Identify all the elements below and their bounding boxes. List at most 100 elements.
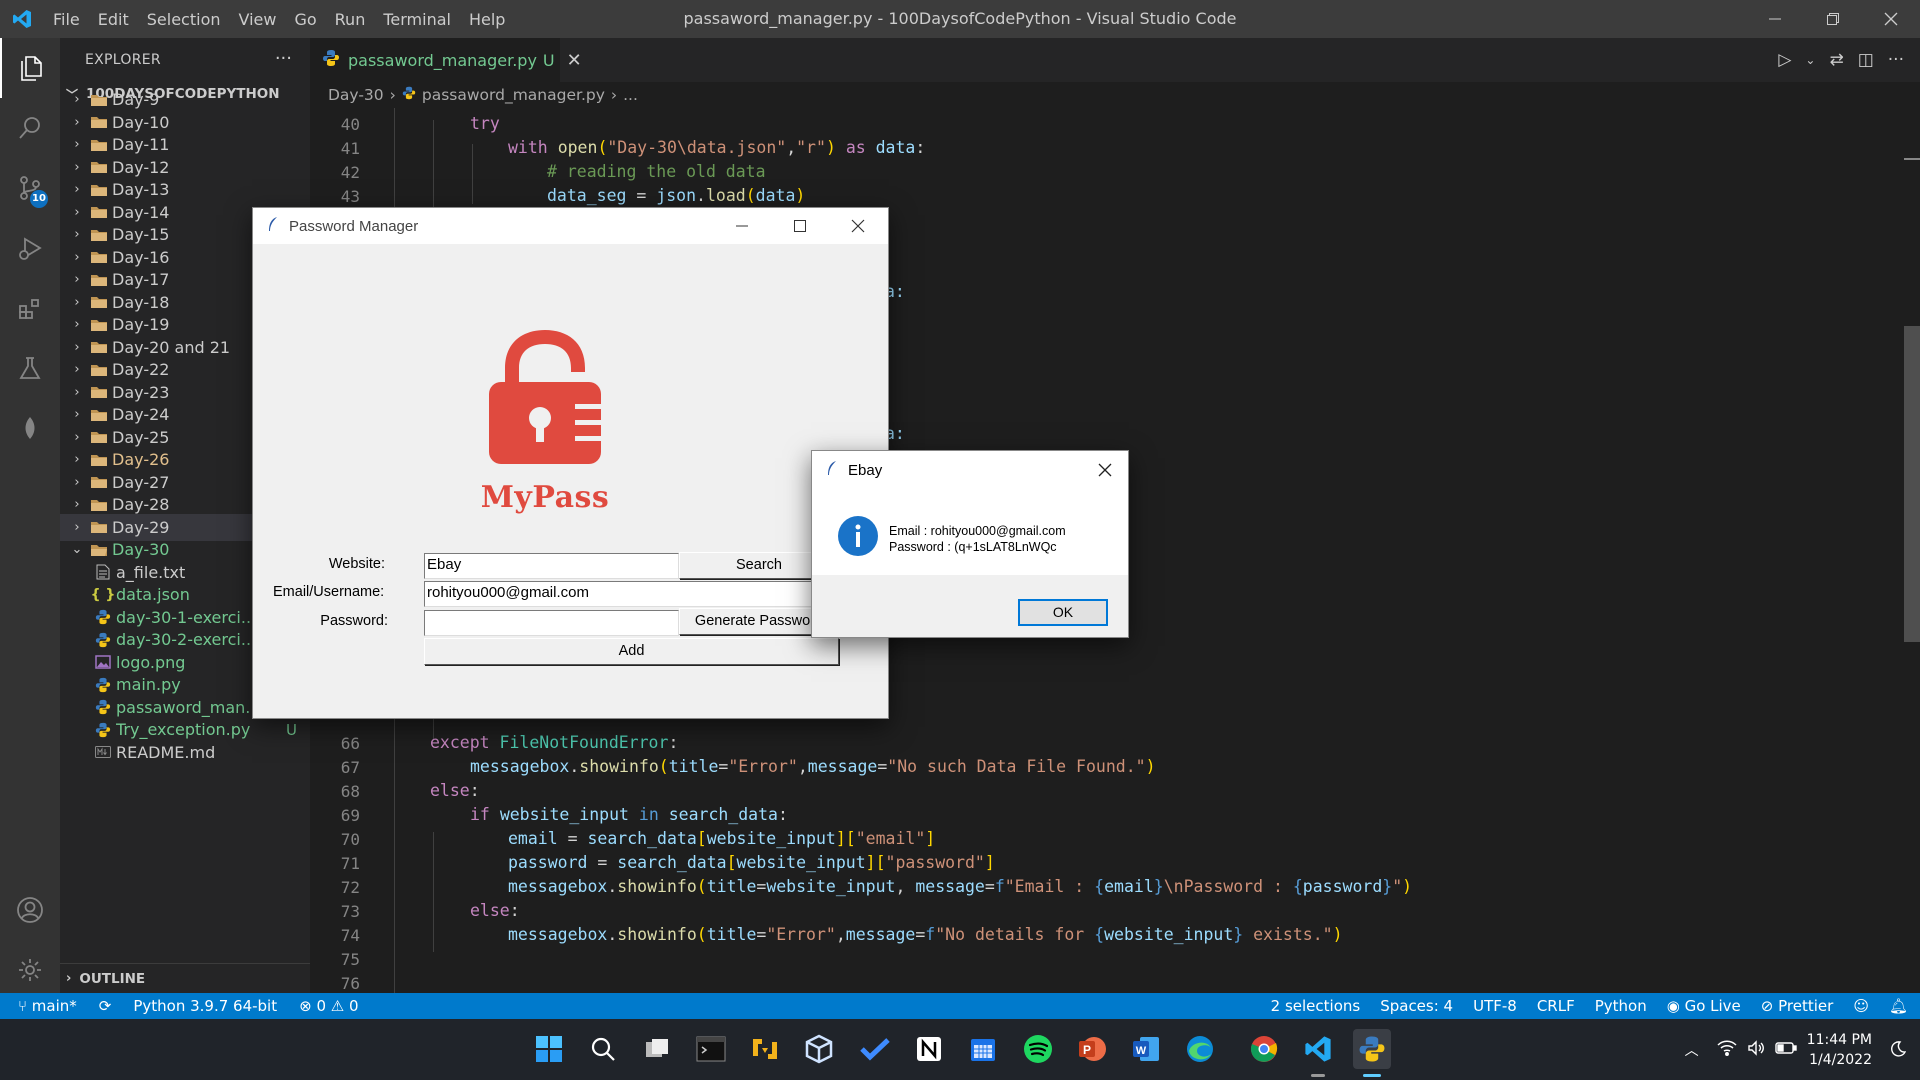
- wifi-icon[interactable]: [1717, 1040, 1737, 1060]
- notifications-bell-icon[interactable]: 🔔︎: [1889, 997, 1908, 1015]
- dialog-title-bar: Ebay: [812, 451, 1128, 489]
- extensions-activity-icon[interactable]: [0, 278, 60, 338]
- chevron-down-icon[interactable]: ⌄: [1805, 53, 1815, 67]
- virtualbox-app-icon[interactable]: [800, 1029, 838, 1069]
- dialog-close-button[interactable]: [1082, 451, 1128, 489]
- menu-go[interactable]: Go: [285, 10, 325, 29]
- vscode-taskbar-icon[interactable]: [1299, 1029, 1337, 1069]
- language-mode[interactable]: Python: [1595, 997, 1647, 1015]
- password-input[interactable]: [424, 610, 679, 636]
- word-app-icon[interactable]: W: [1127, 1029, 1165, 1069]
- folder-icon: [86, 498, 112, 512]
- code-token: try: [470, 114, 500, 133]
- windows-start-icon[interactable]: [530, 1029, 568, 1069]
- settings-gear-icon[interactable]: [0, 940, 60, 1000]
- more-actions-icon[interactable]: ···: [1888, 50, 1904, 70]
- bandicam-app-icon[interactable]: [746, 1029, 784, 1069]
- code-line-70: email = search_data[website_input]["emai…: [508, 829, 936, 848]
- todo-app-icon[interactable]: [856, 1029, 894, 1069]
- sync-icon[interactable]: ⟳: [99, 997, 112, 1015]
- website-input[interactable]: Ebay: [424, 553, 679, 579]
- minimize-button[interactable]: [1746, 0, 1804, 38]
- menu-run[interactable]: Run: [326, 10, 375, 29]
- menu-bar: File Edit Selection View Go Run Terminal…: [44, 0, 514, 38]
- close-tab-icon[interactable]: ✕: [567, 50, 582, 71]
- git-branch[interactable]: ⑂ main*: [18, 997, 77, 1015]
- chevron-right-icon: ›: [74, 249, 80, 265]
- python-file-icon: [90, 699, 116, 715]
- vertical-scrollbar[interactable]: [1904, 326, 1920, 642]
- chrome-browser-icon[interactable]: [1245, 1029, 1283, 1069]
- ok-button[interactable]: OK: [1018, 599, 1108, 626]
- explorer-activity-icon[interactable]: [0, 38, 60, 98]
- code-token: f: [925, 925, 936, 944]
- line-number: 40: [340, 115, 360, 134]
- tab-passaword-manager[interactable]: passaword_manager.py U ✕: [310, 38, 582, 82]
- menu-terminal[interactable]: Terminal: [374, 10, 460, 29]
- compare-changes-icon[interactable]: ⇄: [1829, 50, 1843, 70]
- close-window-button[interactable]: [1862, 0, 1920, 38]
- run-debug-activity-icon[interactable]: [0, 218, 60, 278]
- breadcrumb-folder[interactable]: Day-30: [328, 86, 384, 104]
- tk-close-button[interactable]: [829, 208, 887, 244]
- split-editor-icon[interactable]: ◫: [1858, 50, 1874, 70]
- edge-browser-icon[interactable]: [1181, 1029, 1219, 1069]
- prettier[interactable]: ⊘ Prettier: [1761, 997, 1834, 1015]
- problems-indicator[interactable]: ⊗ 0 ⚠ 0: [299, 997, 358, 1015]
- terminal-app-icon[interactable]: [692, 1029, 730, 1069]
- selection-count[interactable]: 2 selections: [1271, 997, 1361, 1015]
- chevron-right-icon: ›: [74, 204, 80, 220]
- feedback-icon[interactable]: ☺: [1853, 997, 1869, 1015]
- chevron-right-icon: ›: [74, 317, 80, 332]
- menu-selection[interactable]: Selection: [138, 10, 230, 29]
- python-tk-taskbar-icon[interactable]: [1353, 1029, 1391, 1069]
- volume-icon[interactable]: [1747, 1039, 1765, 1060]
- notion-app-icon[interactable]: [910, 1029, 948, 1069]
- code-token: messagebox: [508, 877, 608, 896]
- menu-file[interactable]: File: [44, 10, 89, 29]
- go-live[interactable]: ◉ Go Live: [1667, 997, 1741, 1015]
- accounts-activity-icon[interactable]: [0, 880, 60, 940]
- mongodb-activity-icon[interactable]: [0, 398, 60, 458]
- email-input[interactable]: rohityou000@gmail.com: [424, 581, 824, 607]
- breadcrumb-symbol[interactable]: ...: [623, 86, 638, 104]
- menu-view[interactable]: View: [230, 10, 286, 29]
- tk-minimize-button[interactable]: [713, 208, 771, 244]
- encoding[interactable]: UTF-8: [1473, 997, 1517, 1015]
- file-readme-md[interactable]: README.md: [60, 739, 310, 766]
- add-button[interactable]: Add: [424, 638, 839, 665]
- indentation[interactable]: Spaces: 4: [1380, 997, 1453, 1015]
- tk-maximize-button[interactable]: [771, 208, 829, 244]
- run-python-icon[interactable]: ▷: [1778, 50, 1791, 70]
- prettier-label: Prettier: [1778, 997, 1834, 1015]
- file-label: README.md: [116, 742, 216, 762]
- chevron-up-icon[interactable]: ︿: [1685, 1040, 1699, 1060]
- python-interpreter[interactable]: Python 3.9.7 64-bit: [133, 997, 277, 1015]
- line-number: 74: [340, 926, 360, 945]
- focus-assist-moon-icon[interactable]: [1890, 1041, 1907, 1061]
- testing-activity-icon[interactable]: [0, 338, 60, 398]
- search-activity-icon[interactable]: [0, 98, 60, 158]
- powerpoint-app-icon[interactable]: P: [1073, 1029, 1111, 1069]
- end-of-line[interactable]: CRLF: [1537, 997, 1575, 1015]
- code-line-66: except FileNotFoundError:: [430, 733, 679, 752]
- tab-label: passaword_manager.py: [348, 50, 537, 70]
- file-label: Try_exception.py: [116, 720, 251, 739]
- restore-button[interactable]: [1804, 0, 1862, 38]
- chevron-right-icon: ›: [74, 114, 80, 130]
- menu-help[interactable]: Help: [460, 10, 514, 29]
- taskbar-search-icon[interactable]: [584, 1029, 622, 1069]
- code-token: \nPassword :: [1163, 877, 1293, 896]
- clock[interactable]: 11:44 PM 1/4/2022: [1807, 1030, 1872, 1070]
- calendar-app-icon[interactable]: [964, 1029, 1002, 1069]
- breadcrumb-file[interactable]: passaword_manager.py: [422, 86, 605, 104]
- spotify-app-icon[interactable]: [1019, 1029, 1057, 1069]
- battery-icon[interactable]: [1774, 1040, 1797, 1059]
- chevron-right-icon: ›: [74, 227, 80, 242]
- task-view-icon[interactable]: [638, 1029, 676, 1069]
- code-line-74: messagebox.showinfo(title="Error",messag…: [508, 925, 1343, 944]
- outline-section[interactable]: › OUTLINE: [60, 963, 310, 993]
- explorer-more-actions[interactable]: ···: [275, 48, 292, 69]
- menu-edit[interactable]: Edit: [89, 10, 138, 29]
- source-control-activity-icon[interactable]: 10: [0, 158, 60, 218]
